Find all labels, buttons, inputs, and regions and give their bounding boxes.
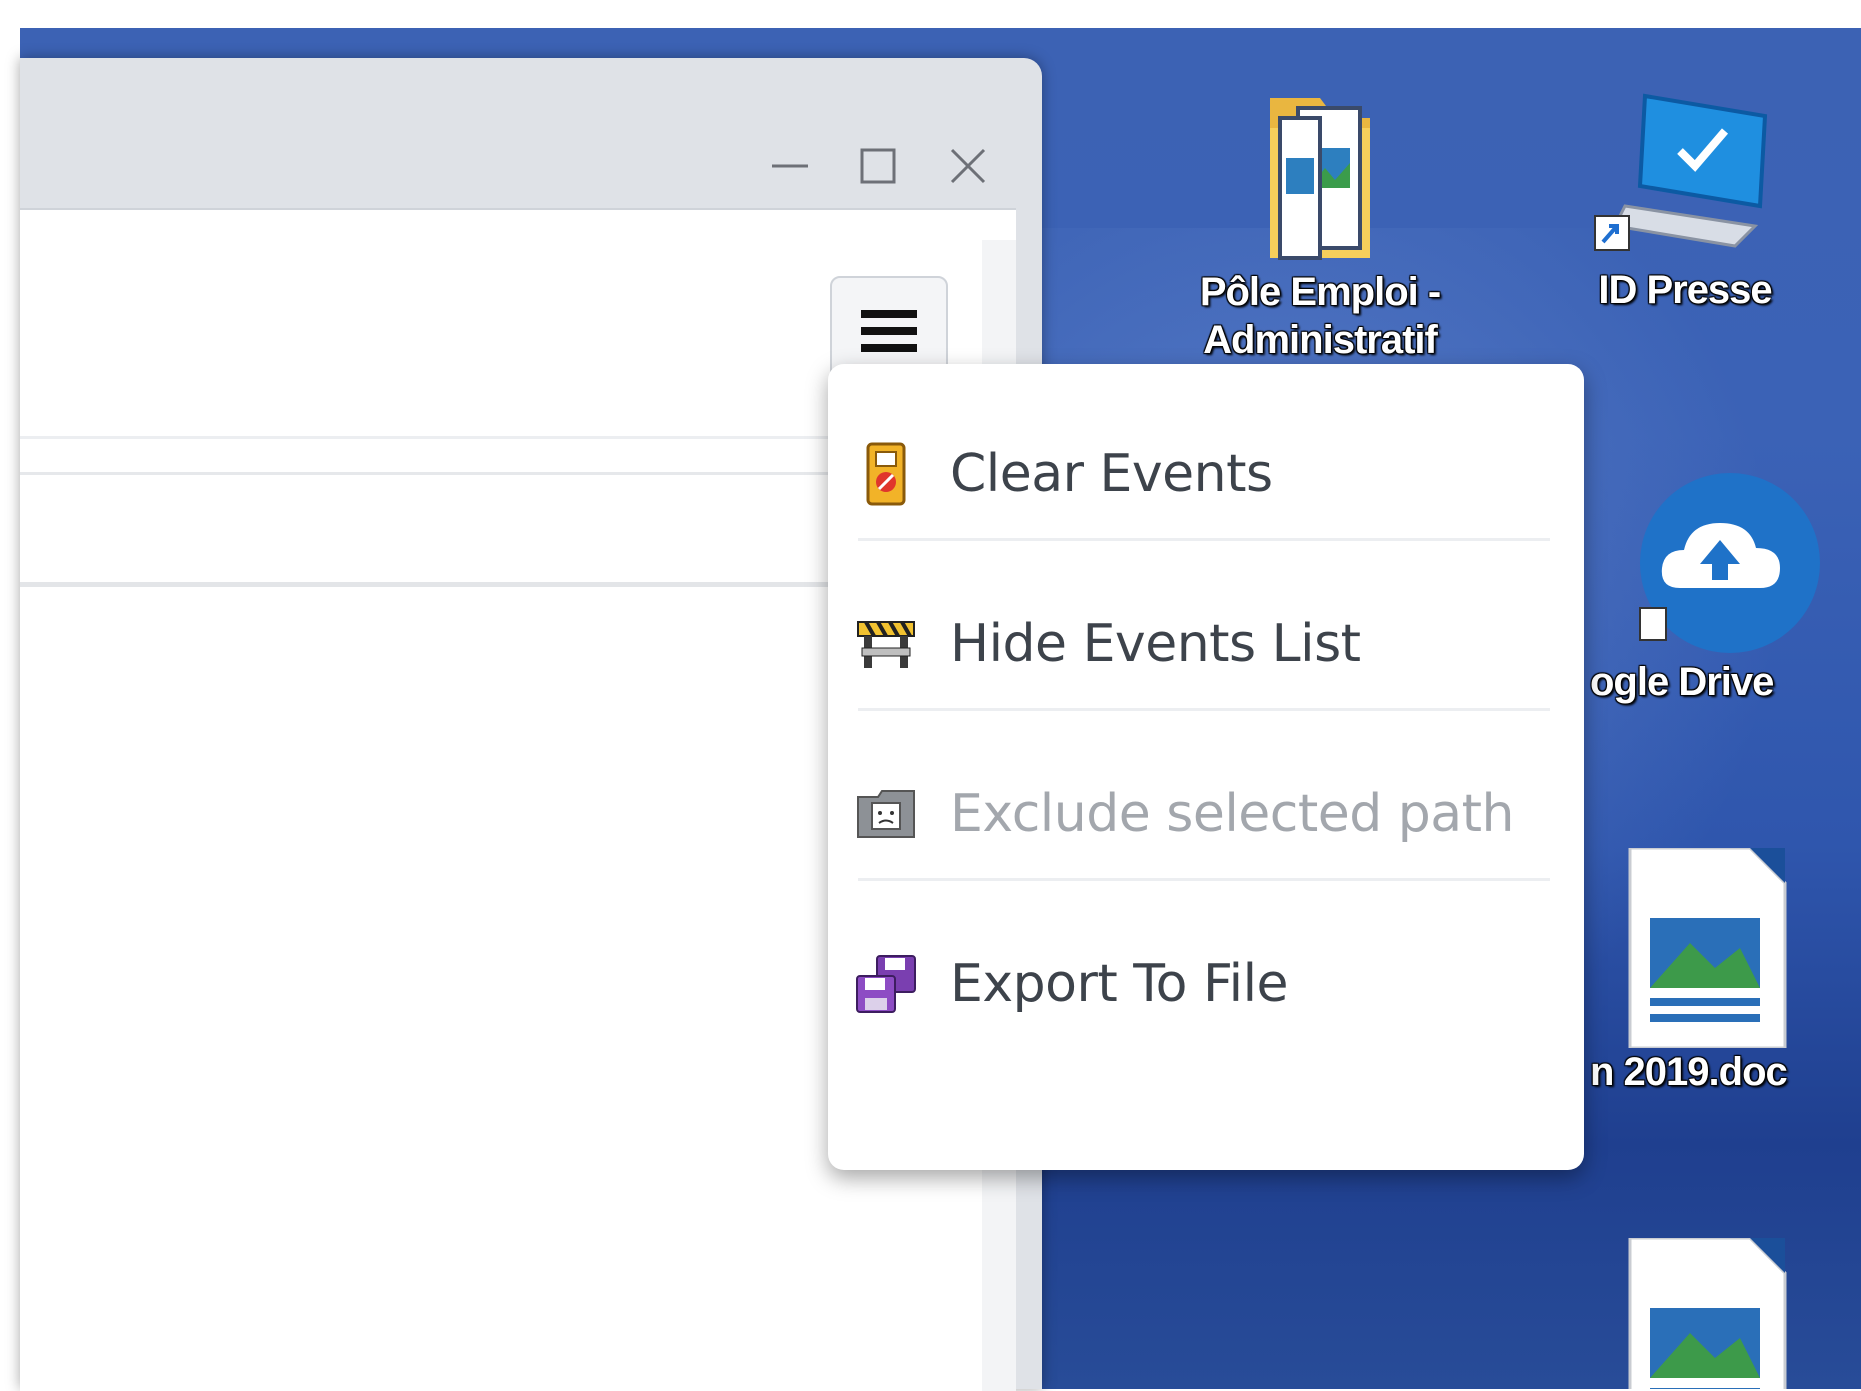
desktop-icon-label: n 2019.doc <box>1590 1050 1788 1094</box>
minimize-button[interactable] <box>760 136 820 196</box>
maximize-icon <box>860 148 896 184</box>
document-icon <box>1628 1238 1787 1389</box>
hide-list-icon <box>854 612 918 676</box>
desktop-icon-label: ogle Drive <box>1590 660 1774 704</box>
clear-events-icon <box>854 442 918 506</box>
cloud-upload-icon <box>1639 473 1820 653</box>
window-titlebar[interactable] <box>20 58 1042 208</box>
menu-separator <box>858 708 1550 711</box>
menu-item-hide-events-list[interactable]: Hide Events List <box>854 574 1554 714</box>
minimize-icon <box>772 164 808 168</box>
desktop-icon-document[interactable] <box>1590 1238 1861 1389</box>
close-button[interactable] <box>938 136 998 196</box>
menu-item-exclude-selected-path[interactable]: Exclude selected path <box>854 744 1554 884</box>
folder-icon <box>1270 98 1370 260</box>
menu-separator <box>858 538 1550 541</box>
context-menu: Clear Events Hide Events List Exclude se… <box>828 364 1584 1170</box>
menu-item-label: Exclude selected path <box>950 784 1515 844</box>
computer-shortcut-icon <box>1594 93 1768 251</box>
menu-item-label: Clear Events <box>950 444 1273 504</box>
menu-item-clear-events[interactable]: Clear Events <box>854 404 1554 544</box>
exclude-path-icon <box>854 782 918 846</box>
menu-item-label: Export To File <box>950 954 1289 1014</box>
document-icon <box>1628 848 1787 1048</box>
close-icon <box>950 148 986 184</box>
desktop-icon-label: ID Presse <box>1598 268 1772 312</box>
hamburger-menu-icon <box>861 310 917 352</box>
desktop-icon-pole-emploi[interactable]: Pôle Emploi - Administratif <box>1160 88 1480 364</box>
desktop-icon-document[interactable]: n 2019.doc <box>1590 848 1861 1096</box>
desktop-icon-label: Pôle Emploi - <box>1199 270 1441 314</box>
maximize-button[interactable] <box>848 136 908 196</box>
desktop-icon-google-drive[interactable]: ogle Drive <box>1580 468 1861 706</box>
export-file-icon <box>854 952 918 1016</box>
menu-item-label: Hide Events List <box>950 614 1361 674</box>
menu-item-export-to-file[interactable]: Export To File <box>854 914 1554 1054</box>
desktop-icon-label: Administratif <box>1203 318 1438 362</box>
menu-separator <box>858 878 1550 881</box>
desktop-icon-id-presse[interactable]: ID Presse <box>1550 86 1820 314</box>
